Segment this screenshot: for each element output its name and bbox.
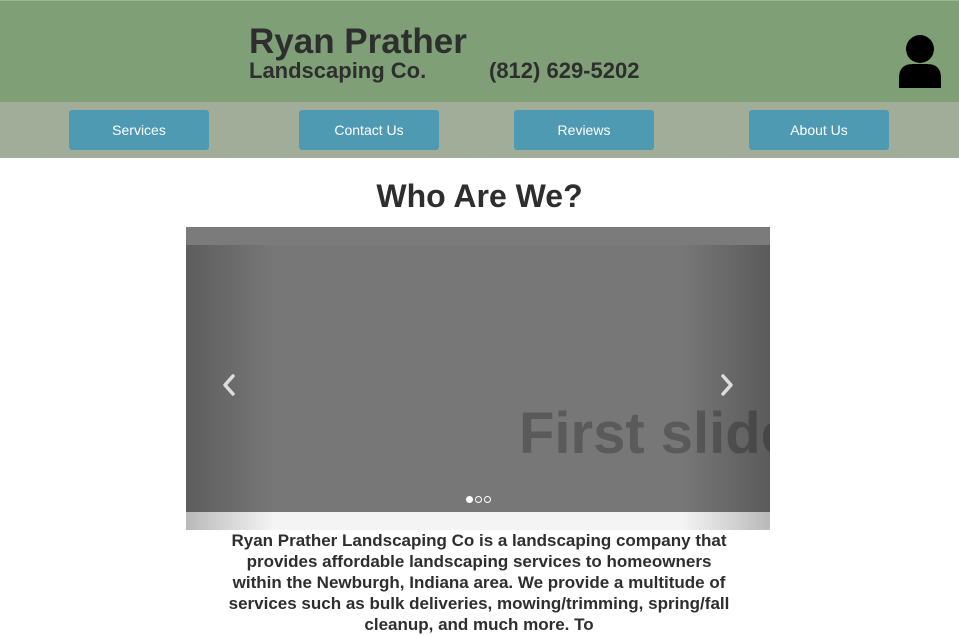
carousel-indicator-3[interactable] bbox=[483, 496, 491, 503]
carousel-strip-right bbox=[682, 512, 770, 530]
brand-subtitle: Landscaping Co. bbox=[249, 58, 427, 83]
image-carousel: First slide bbox=[186, 227, 770, 530]
user-icon[interactable] bbox=[897, 34, 943, 88]
nav-contact-us-button[interactable]: Contact Us bbox=[299, 110, 439, 150]
phone-number: (812) 629-5202 bbox=[489, 58, 640, 83]
page-title: Who Are We? bbox=[376, 178, 583, 214]
nav-reviews-button[interactable]: Reviews bbox=[514, 110, 654, 150]
brand-name: Ryan Prather bbox=[249, 22, 467, 61]
nav-services-button[interactable]: Services bbox=[69, 110, 209, 150]
carousel-strip-left bbox=[186, 512, 274, 530]
carousel-indicator-1[interactable] bbox=[465, 496, 473, 503]
carousel-top-band bbox=[186, 227, 770, 245]
about-description: Ryan Prather Landscaping Co is a landsca… bbox=[228, 531, 730, 634]
carousel-indicator-2[interactable] bbox=[474, 496, 482, 503]
chevron-right-icon[interactable] bbox=[711, 370, 741, 400]
nav-about-us-button[interactable]: About Us bbox=[749, 110, 889, 150]
site-header: Ryan Prather Landscaping Co. (812) 629-5… bbox=[0, 0, 959, 102]
chevron-left-icon[interactable] bbox=[215, 370, 245, 400]
main-nav: Services Contact Us Reviews About Us bbox=[0, 102, 959, 158]
